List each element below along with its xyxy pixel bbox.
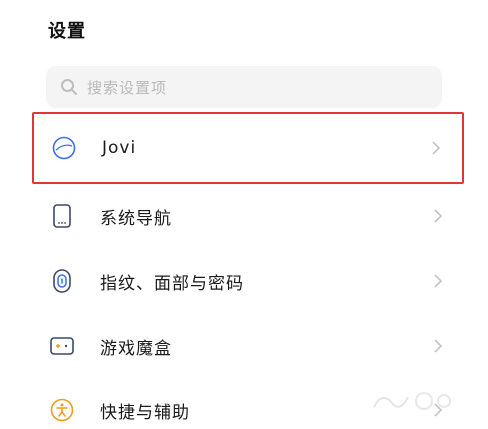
settings-item-label: Jovi	[102, 138, 137, 158]
settings-item-label: 快捷与辅助	[100, 402, 190, 423]
fingerprint-icon	[48, 267, 76, 295]
chevron-right-icon	[430, 139, 442, 157]
game-box-icon	[48, 332, 76, 360]
search-icon	[59, 77, 79, 97]
settings-item-jovi[interactable]: Jovi	[32, 112, 464, 184]
accessibility-icon	[48, 396, 76, 424]
watermark-logo	[373, 392, 451, 410]
phone-navigation-icon	[48, 202, 76, 230]
settings-item-label: 游戏魔盒	[100, 338, 172, 359]
settings-item-label: 系统导航	[100, 208, 172, 229]
settings-item-label: 指纹、面部与密码	[100, 273, 244, 294]
chevron-right-icon	[432, 337, 444, 355]
chevron-right-icon	[432, 272, 444, 290]
settings-item-system-navigation[interactable]: 系统导航	[32, 180, 464, 252]
page-title: 设置	[48, 21, 86, 42]
settings-item-fingerprint-face-password[interactable]: 指纹、面部与密码	[32, 245, 464, 317]
chevron-right-icon	[432, 207, 444, 225]
jovi-icon	[50, 134, 78, 162]
search-input[interactable]: 搜索设置项	[46, 66, 442, 108]
settings-item-game-box[interactable]: 游戏魔盒	[32, 310, 464, 382]
search-placeholder: 搜索设置项	[87, 78, 168, 97]
